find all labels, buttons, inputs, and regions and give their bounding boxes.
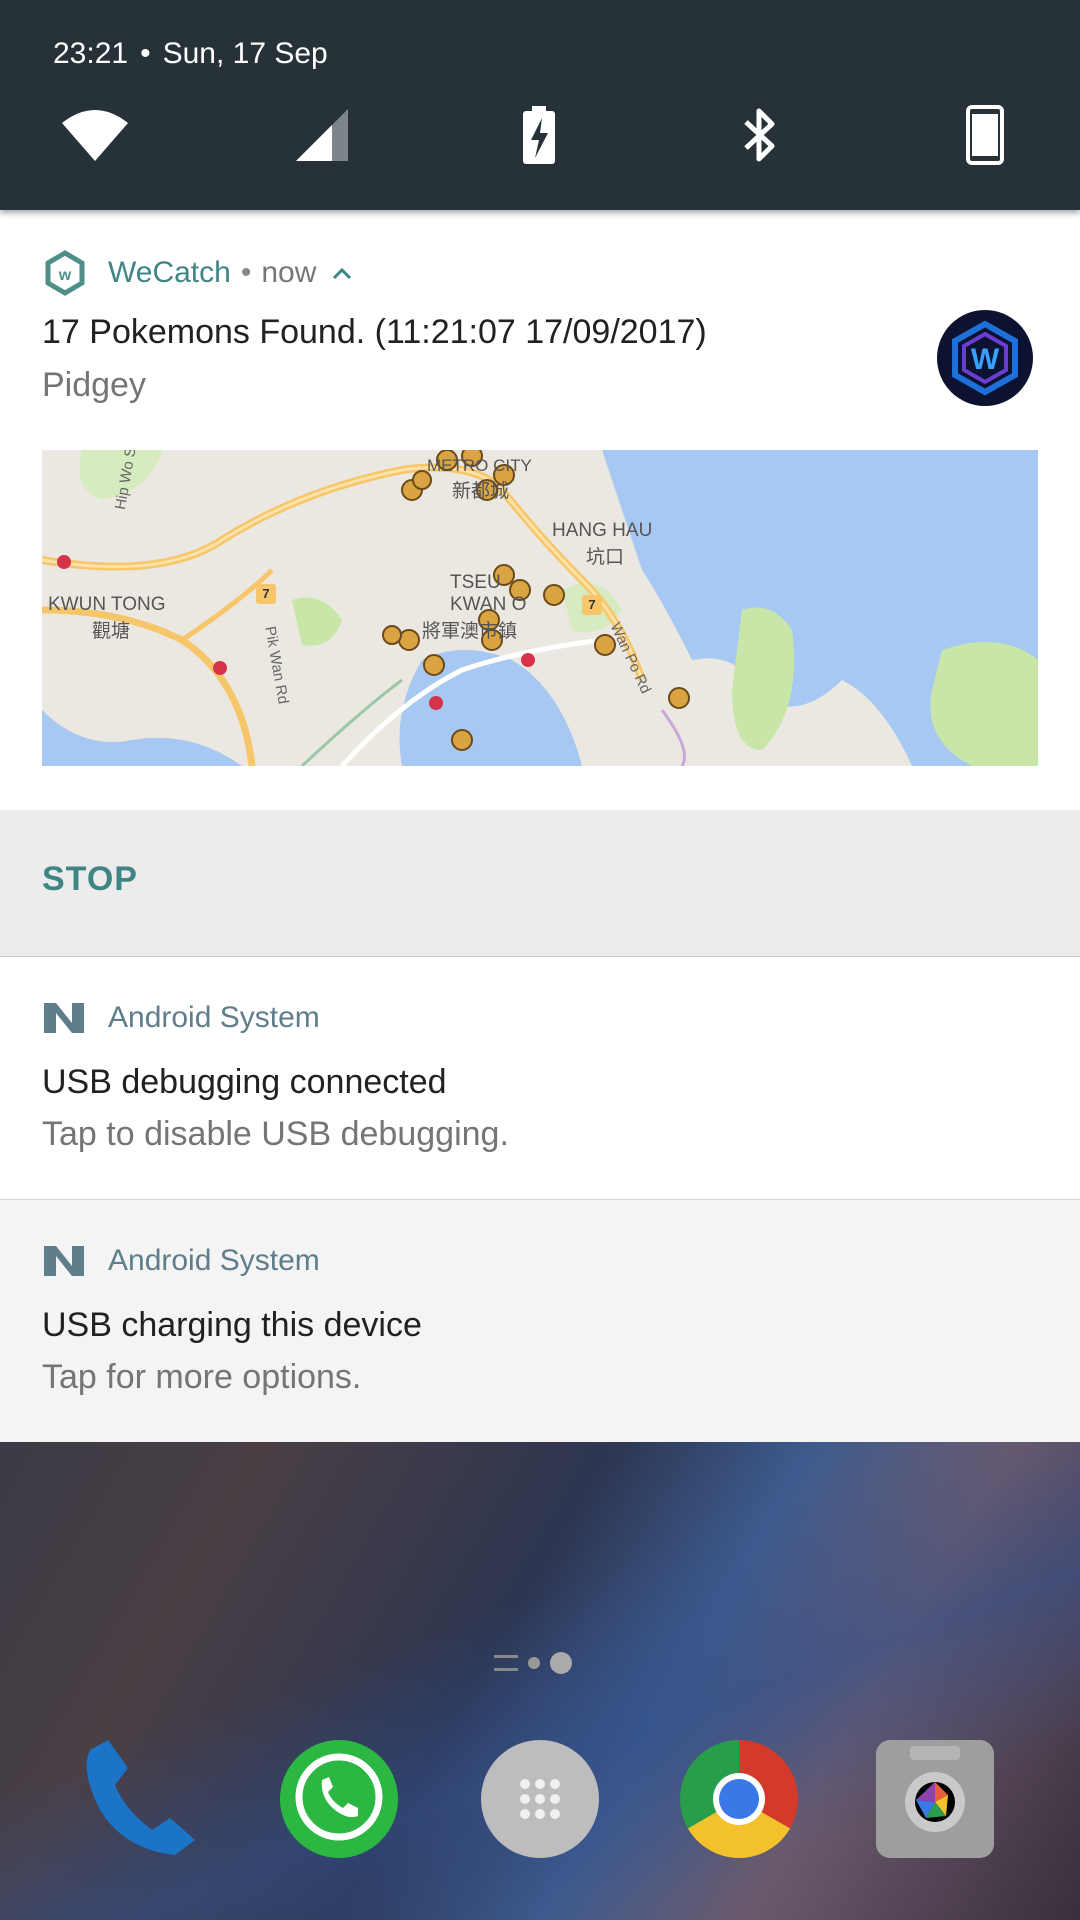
map-label: METRO CITY	[427, 456, 532, 475]
wecatch-app-icon: w	[45, 250, 85, 296]
notification-header: Android System	[42, 1001, 320, 1035]
page-dot-active	[550, 1652, 572, 1674]
page-indicator	[494, 1652, 572, 1674]
wifi-icon	[62, 110, 128, 161]
clock-date-text: Sun, 17 Sep	[162, 37, 328, 70]
notification-header: w WeCatch • now	[42, 250, 354, 296]
android-system-icon	[44, 1246, 84, 1276]
map-label: 將軍澳市鎮	[422, 621, 518, 642]
map-label: 坑口	[586, 547, 625, 568]
clock-date: 23:21 • Sun, 17 Sep	[53, 37, 328, 71]
app-name: Android System	[108, 1244, 320, 1277]
wecatch-notification[interactable]: w WeCatch • now 17 Pokemons Found. (11:2…	[0, 210, 1080, 810]
notification-title: USB debugging connected	[42, 1063, 447, 1101]
header-separator: •	[240, 256, 252, 289]
pokemon-map[interactable]: METRO CITY 新都城 HANG HAU 坑口 KWUN TONG 觀塘 …	[42, 450, 1038, 766]
notification-text: Pidgey	[42, 366, 146, 404]
camera-app[interactable]	[876, 1740, 994, 1858]
app-drawer-icon	[520, 1779, 560, 1819]
page-dot	[528, 1657, 540, 1669]
bluetooth-tile[interactable]	[725, 100, 795, 170]
map-label: 觀塘	[92, 621, 131, 642]
battery-charging-icon	[523, 106, 555, 164]
map-label: HANG HAU	[552, 520, 653, 541]
wifi-tile[interactable]	[60, 100, 130, 170]
clock-separator: •	[140, 37, 151, 70]
camera-icon	[905, 1746, 965, 1832]
app-name: Android System	[108, 1001, 320, 1034]
map-label: TSEU	[450, 572, 501, 593]
battery-tile[interactable]	[504, 100, 574, 170]
android-system-icon	[44, 1003, 84, 1033]
bluetooth-icon	[744, 108, 775, 162]
route-shield: 7	[582, 595, 602, 615]
app-name: WeCatch	[108, 256, 231, 289]
whatsapp-app[interactable]	[280, 1740, 398, 1858]
usb-charging-notification[interactable]: Android System USB charging this device …	[0, 1200, 1080, 1442]
avatar-letter: W	[971, 343, 1000, 376]
quick-settings-header: 23:21 • Sun, 17 Sep	[0, 0, 1080, 210]
map-label: KWUN TONG	[48, 594, 166, 615]
app-drawer[interactable]	[481, 1740, 599, 1858]
notification-actions: STOP	[0, 810, 1080, 957]
rotation-tile[interactable]	[950, 100, 1020, 170]
phone-icon	[86, 1740, 195, 1855]
avatar: W	[937, 310, 1033, 406]
chrome-icon	[713, 1773, 765, 1825]
chrome-app[interactable]	[680, 1740, 798, 1858]
svg-text:w: w	[58, 267, 72, 284]
phone-app[interactable]	[80, 1740, 198, 1858]
menu-lines-icon	[494, 1655, 518, 1671]
route-shield: 7	[256, 584, 276, 604]
map-label: 新都城	[452, 481, 510, 502]
usb-debugging-notification[interactable]: Android System USB debugging connected T…	[0, 957, 1080, 1200]
rotation-lock-icon	[966, 105, 1004, 165]
notification-header: Android System	[42, 1244, 320, 1278]
notification-text: Tap to disable USB debugging.	[42, 1115, 509, 1153]
map-label: KWAN O	[450, 594, 527, 615]
clock-time: 23:21	[53, 37, 129, 70]
notification-time: now	[261, 256, 317, 289]
chevron-up-icon[interactable]	[330, 263, 354, 283]
cellular-tile[interactable]	[283, 100, 353, 170]
stop-button[interactable]: STOP	[42, 860, 138, 899]
notification-title: USB charging this device	[42, 1306, 422, 1344]
notification-title: 17 Pokemons Found. (11:21:07 17/09/2017)	[42, 313, 707, 351]
whatsapp-icon	[295, 1753, 383, 1841]
notification-text: Tap for more options.	[42, 1358, 362, 1396]
cellular-signal-icon	[296, 109, 348, 161]
